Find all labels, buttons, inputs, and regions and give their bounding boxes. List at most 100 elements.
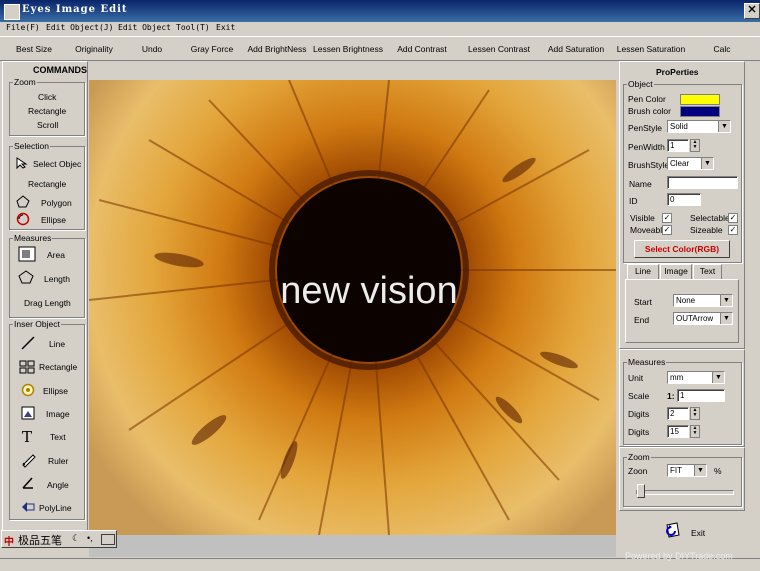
digits-spinner-1[interactable]: ▲ ▼ xyxy=(690,407,700,420)
ime-label[interactable]: 极品五笔 xyxy=(18,532,62,548)
lessen-brightness-button[interactable]: Lessen Brightness xyxy=(313,44,383,54)
scale-label: Scale xyxy=(628,391,650,401)
ime-logo-icon: 中 xyxy=(4,537,14,548)
select-color-button[interactable]: Select Color(RGB) xyxy=(634,240,730,258)
visible-checkbox[interactable]: ✓ xyxy=(662,213,672,223)
insert-ellipse-icon xyxy=(21,383,35,397)
id-input[interactable]: 0 xyxy=(667,193,701,206)
gray-force-button[interactable]: Gray Force xyxy=(191,44,234,54)
brush-style-select[interactable]: Clear ▼ xyxy=(667,157,714,170)
menu-tool[interactable]: Tool(T) xyxy=(176,23,210,32)
tab-image[interactable]: Image xyxy=(660,264,692,280)
exit-label[interactable]: Exit xyxy=(691,528,705,538)
insert-angle-tool[interactable]: Angle xyxy=(47,480,69,490)
image-icon xyxy=(21,406,35,420)
selection-rectangle-tool[interactable]: Rectangle xyxy=(28,179,66,189)
pen-width-spinner[interactable]: ▲ ▼ xyxy=(690,139,700,152)
insert-polyline-tool[interactable]: PolyLine xyxy=(39,503,72,513)
menu-edit-object[interactable]: Edit Object xyxy=(118,23,171,32)
tab-text[interactable]: Text xyxy=(693,264,722,280)
zoom-scroll[interactable]: Scroll xyxy=(37,120,58,130)
end-arrow-value: OUTArrow xyxy=(676,314,714,323)
measures-panel: Measures Unit mm ▼ Scale 1: 1 Digits 2 ▲ ▼… xyxy=(619,349,745,447)
scale-input[interactable]: 1 xyxy=(677,389,725,402)
lessen-saturation-button[interactable]: Lessen Saturation xyxy=(617,44,686,54)
length-tool[interactable]: Length xyxy=(44,274,70,284)
start-arrow-select[interactable]: None ▼ xyxy=(673,294,733,307)
insert-object-group-title: Inser Object xyxy=(13,319,61,329)
drag-length-tool[interactable]: Drag Length xyxy=(24,298,71,308)
pointer-icon xyxy=(16,157,28,169)
select-object-tool[interactable]: Select Objec xyxy=(33,159,81,169)
brush-color-swatch[interactable] xyxy=(680,106,720,117)
insert-ruler-tool[interactable]: Ruler xyxy=(48,456,68,466)
insert-line-tool[interactable]: Line xyxy=(49,339,65,349)
insert-image-tool[interactable]: Image xyxy=(46,409,70,419)
originality-button[interactable]: Originality xyxy=(75,44,113,54)
area-tool[interactable]: Area xyxy=(47,250,65,260)
zoom-rectangle[interactable]: Rectangle xyxy=(28,106,66,116)
digits-spinner-2[interactable]: ▲ ▼ xyxy=(690,425,700,438)
end-label: End xyxy=(634,315,650,325)
tabs-area: Line Image Text Start None ▼ End OUTArrow… xyxy=(625,264,739,344)
brush-style-label: BrushStyle xyxy=(628,160,670,170)
object-group-title: Object xyxy=(627,79,654,89)
pen-width-input[interactable]: 1 xyxy=(667,139,689,152)
end-arrow-select[interactable]: OUTArrow ▼ xyxy=(673,312,733,325)
polygon-tool[interactable]: Polygon xyxy=(41,198,72,208)
moveable-checkbox[interactable]: ✓ xyxy=(662,225,672,235)
visible-label: Visible xyxy=(630,213,655,223)
close-button[interactable]: ✕ xyxy=(744,3,760,19)
selectable-checkbox[interactable]: ✓ xyxy=(728,213,738,223)
chevron-down-icon[interactable]: ▼ xyxy=(701,158,713,169)
insert-rectangle-tool[interactable]: Rectangle xyxy=(39,362,77,372)
pen-color-swatch[interactable] xyxy=(680,94,720,105)
menu-edit-object-j[interactable]: Edit Object(J) xyxy=(46,23,113,32)
chevron-down-icon[interactable]: ▼ xyxy=(694,465,706,476)
add-brightness-button[interactable]: Add BrightNess xyxy=(247,44,306,54)
digits-input-2[interactable]: 15 xyxy=(667,425,689,438)
zoom-select[interactable]: FIT ▼ xyxy=(667,464,707,477)
calc-button[interactable]: Calc xyxy=(713,44,730,54)
digits-input-1[interactable]: 2 xyxy=(667,407,689,420)
undo-button[interactable]: Undo xyxy=(142,44,162,54)
properties-panel: ProPerties Object Pen Color Brush color … xyxy=(619,61,745,349)
measures-group: Measures Area Length Drag Length xyxy=(9,233,85,318)
watermark-text: new vision xyxy=(280,270,458,312)
pen-style-select[interactable]: Solid ▼ xyxy=(667,120,731,133)
zoom-slider-thumb[interactable] xyxy=(637,484,645,498)
zoom-group: Zoom Click Rectangle Scroll xyxy=(9,77,85,136)
app-icon xyxy=(4,4,20,20)
toolbar: Best Size Originality Undo Gray Force Ad… xyxy=(0,38,760,61)
add-saturation-button[interactable]: Add Saturation xyxy=(548,44,604,54)
zoom-click[interactable]: Click xyxy=(38,92,56,102)
menu-bar: File(F) Edit Object(J) Edit Object Tool(… xyxy=(0,22,760,37)
menu-exit[interactable]: Exit xyxy=(216,23,235,32)
chevron-down-icon[interactable]: ▼ xyxy=(720,313,732,324)
commands-panel: COMMANDS Zoom Click Rectangle Scroll Sel… xyxy=(2,61,88,547)
moon-icon[interactable]: ☾ xyxy=(72,533,80,544)
menu-file[interactable]: File(F) xyxy=(6,23,40,32)
pen-style-value: Solid xyxy=(670,122,688,131)
insert-text-tool[interactable]: Text xyxy=(50,432,66,442)
keyboard-icon[interactable] xyxy=(101,534,115,545)
ellipse-select-tool[interactable]: Ellipse xyxy=(41,215,66,225)
chevron-down-icon[interactable]: ▼ xyxy=(718,121,730,132)
commands-title: COMMANDS xyxy=(33,65,87,75)
zoom-settings-group: Zoom Zoon FIT ▼ % xyxy=(623,452,742,507)
name-input[interactable] xyxy=(667,176,738,189)
zoom-slider-track[interactable] xyxy=(636,490,734,495)
zoom-panel: Zoom Zoon FIT ▼ % xyxy=(619,447,745,511)
chevron-down-icon[interactable]: ▼ xyxy=(712,372,724,383)
add-contrast-button[interactable]: Add Contrast xyxy=(397,44,447,54)
lessen-contrast-button[interactable]: Lessen Contrast xyxy=(468,44,530,54)
image-canvas[interactable]: new vision xyxy=(89,80,616,535)
tab-line[interactable]: Line xyxy=(627,264,659,280)
chevron-down-icon[interactable]: ▼ xyxy=(720,295,732,306)
unit-select[interactable]: mm ▼ xyxy=(667,371,725,384)
punctuation-icon[interactable]: •, xyxy=(87,533,93,543)
sizeable-checkbox[interactable]: ✓ xyxy=(728,225,738,235)
insert-ellipse-tool[interactable]: Ellipse xyxy=(43,386,68,396)
best-size-button[interactable]: Best Size xyxy=(16,44,52,54)
exit-icon[interactable] xyxy=(663,521,683,541)
